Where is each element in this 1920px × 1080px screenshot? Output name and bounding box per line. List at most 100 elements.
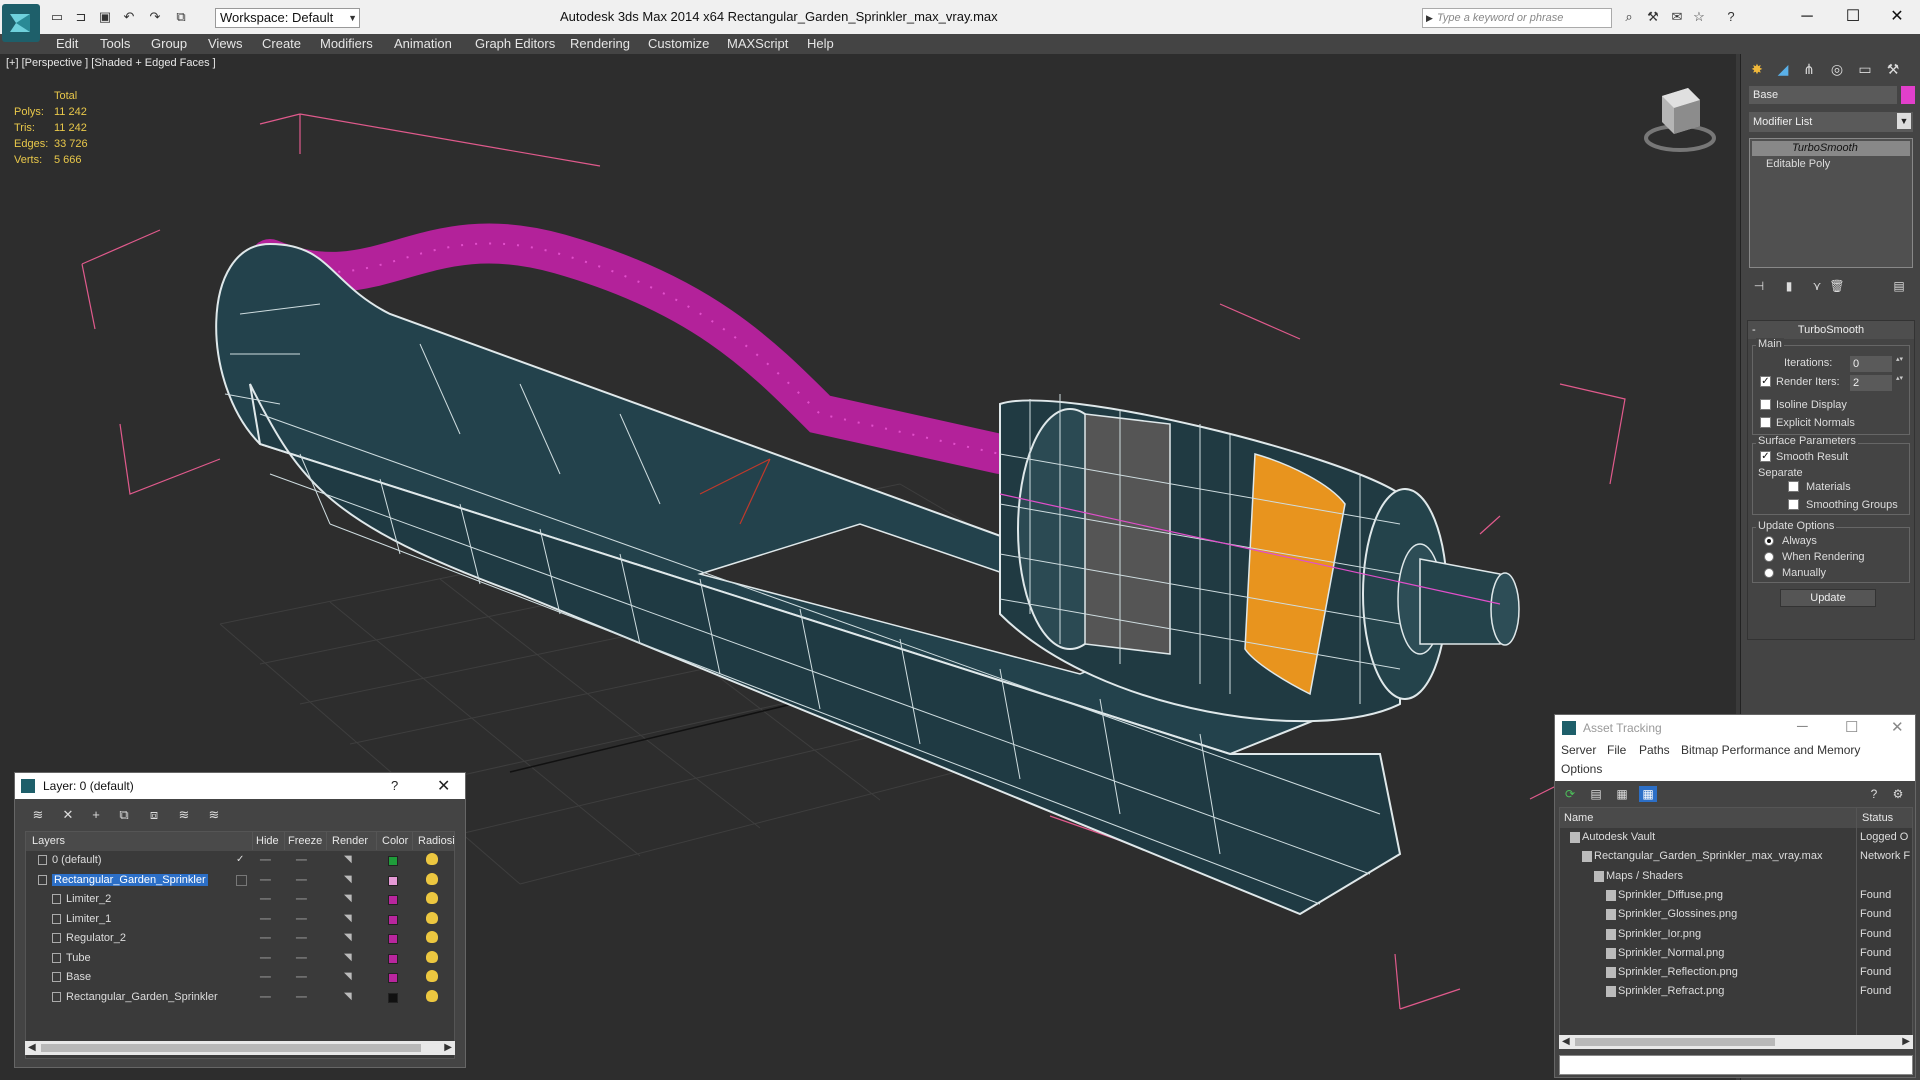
help-icon[interactable]: ? xyxy=(1865,786,1883,802)
binoculars-icon[interactable]: ⌕ xyxy=(1620,9,1638,25)
col-render[interactable]: Render xyxy=(332,835,368,847)
explicit-normals-checkbox[interactable] xyxy=(1760,417,1771,428)
configure-sets-icon[interactable]: ▤ xyxy=(1889,276,1909,296)
layer-color-swatch[interactable] xyxy=(388,953,398,964)
redo-icon[interactable]: ↷ xyxy=(146,9,164,25)
menu-maxscript[interactable]: MAXScript xyxy=(727,36,788,51)
modifier-list-dropdown[interactable]: Modifier List ▼ xyxy=(1749,112,1913,132)
render-teapot-icon[interactable]: ◥ xyxy=(344,952,352,963)
isoline-display-checkbox[interactable] xyxy=(1760,399,1771,410)
undo-icon[interactable]: ↶ xyxy=(120,9,138,25)
refresh-icon[interactable]: ⟳ xyxy=(1561,786,1579,802)
stack-item-editable-poly[interactable]: Editable Poly xyxy=(1752,157,1910,172)
project-folder-icon[interactable]: ⧉ xyxy=(172,9,190,25)
rollout-header[interactable]: - TurboSmooth xyxy=(1748,321,1914,339)
menu-customize[interactable]: Customize xyxy=(648,36,709,51)
layer-color-swatch[interactable] xyxy=(388,914,398,925)
delete-layer-icon[interactable]: ✕ xyxy=(57,806,79,824)
scroll-left-icon[interactable]: ◀ xyxy=(28,1041,36,1055)
favorites-star-icon[interactable]: ☆ xyxy=(1690,9,1708,25)
settings-icon[interactable]: ⚙ xyxy=(1889,786,1907,802)
col-radiosity[interactable]: Radiosit xyxy=(418,835,454,847)
update-button[interactable]: Update xyxy=(1780,589,1876,607)
menu-group[interactable]: Group xyxy=(151,36,187,51)
layer-row[interactable]: Tube ━━ ━━ ◥ xyxy=(26,950,454,969)
render-teapot-icon[interactable]: ◥ xyxy=(344,932,352,943)
menu-paths[interactable]: Paths xyxy=(1639,743,1670,757)
render-iters-checkbox[interactable]: ✓ xyxy=(1760,376,1771,387)
when-rendering-radio[interactable] xyxy=(1764,552,1774,562)
always-radio[interactable] xyxy=(1764,536,1774,546)
menu-edit[interactable]: Edit xyxy=(56,36,78,51)
smoothing-groups-checkbox[interactable] xyxy=(1788,499,1799,510)
set-current-checkbox[interactable] xyxy=(236,874,247,886)
hierarchy-tab-icon[interactable]: ⋔ xyxy=(1797,58,1821,80)
remove-modifier-icon[interactable]: 🗑 xyxy=(1827,276,1847,296)
subscription-icon[interactable]: ⚒ xyxy=(1644,9,1662,25)
menu-options[interactable]: Options xyxy=(1561,762,1602,776)
hide-toggle[interactable]: ━━ xyxy=(260,972,271,983)
hide-toggle[interactable]: ━━ xyxy=(260,875,271,886)
radiosity-bulb-icon[interactable] xyxy=(426,989,438,1002)
menu-create[interactable]: Create xyxy=(262,36,301,51)
scroll-right-icon[interactable]: ▶ xyxy=(444,1041,452,1055)
maximize-button[interactable]: ☐ xyxy=(1845,718,1858,736)
scroll-thumb[interactable] xyxy=(41,1044,421,1052)
modifier-stack[interactable]: TurboSmooth Editable Poly xyxy=(1749,138,1913,268)
hide-all-icon[interactable]: ≋ xyxy=(173,806,195,824)
iterations-spinner[interactable]: 0 xyxy=(1850,356,1904,372)
freeze-toggle[interactable]: ━━ xyxy=(296,855,307,866)
object-name-field[interactable]: Base xyxy=(1749,86,1897,104)
col-hide[interactable]: Hide xyxy=(256,835,279,847)
asset-row[interactable]: Sprinkler_Ior.png Found xyxy=(1560,926,1912,945)
render-iters-spinner[interactable]: 2 xyxy=(1850,375,1904,391)
render-teapot-icon[interactable]: ◥ xyxy=(344,893,352,904)
scroll-left-icon[interactable]: ◀ xyxy=(1562,1035,1570,1049)
radiosity-bulb-icon[interactable] xyxy=(426,872,438,885)
layer-dialog-titlebar[interactable]: Layer: 0 (default) ? ✕ xyxy=(15,773,465,799)
create-tab-icon[interactable]: ✸ xyxy=(1745,58,1769,80)
highlight-layer-icon[interactable]: ⧈ xyxy=(143,806,165,824)
hide-toggle[interactable]: ━━ xyxy=(260,914,271,925)
asset-row[interactable]: Sprinkler_Normal.png Found xyxy=(1560,945,1912,964)
hide-toggle[interactable]: ━━ xyxy=(260,953,271,964)
hide-toggle[interactable]: ━━ xyxy=(260,992,271,1003)
col-name[interactable]: Name xyxy=(1564,812,1593,824)
layer-row[interactable]: Limiter_2 ━━ ━━ ◥ xyxy=(26,891,454,910)
freeze-all-icon[interactable]: ≋ xyxy=(203,806,225,824)
utilities-tab-icon[interactable]: ⚒ xyxy=(1881,58,1905,80)
freeze-toggle[interactable]: ━━ xyxy=(296,972,307,983)
table-view-icon[interactable]: ▦ xyxy=(1613,786,1631,802)
col-color[interactable]: Color xyxy=(382,835,408,847)
layer-color-swatch[interactable] xyxy=(388,895,398,905)
layer-color-swatch[interactable] xyxy=(388,875,398,886)
radiosity-bulb-icon[interactable] xyxy=(426,931,438,943)
render-teapot-icon[interactable]: ◥ xyxy=(344,874,352,885)
search-input[interactable]: ▶ Type a keyword or phrase xyxy=(1422,8,1612,28)
close-button[interactable]: ✕ xyxy=(1874,5,1920,29)
stack-item-turbosmooth[interactable]: TurboSmooth xyxy=(1752,141,1910,156)
layer-color-swatch[interactable] xyxy=(388,856,398,866)
minimize-button[interactable]: ─ xyxy=(1784,5,1830,29)
pin-stack-icon[interactable]: ⊣ xyxy=(1749,276,1769,296)
close-icon[interactable]: ✕ xyxy=(437,776,450,796)
layer-row[interactable]: Rectangular_Garden_Sprinkler ━━ ━━ ◥ xyxy=(26,872,454,891)
render-teapot-icon[interactable]: ◥ xyxy=(344,991,352,1002)
menu-animation[interactable]: Animation xyxy=(394,36,452,51)
asset-row[interactable]: Rectangular_Garden_Sprinkler_max_vray.ma… xyxy=(1560,848,1912,867)
object-color-swatch[interactable] xyxy=(1901,86,1915,104)
communication-icon[interactable]: ✉ xyxy=(1668,9,1686,25)
asset-horizontal-scrollbar[interactable]: ◀ ▶ xyxy=(1559,1035,1913,1049)
show-end-result-icon[interactable]: ▮ xyxy=(1779,276,1799,296)
help-button[interactable]: ? xyxy=(391,778,398,793)
layer-row[interactable]: Limiter_1 ━━ ━━ ◥ xyxy=(26,911,454,930)
scroll-right-icon[interactable]: ▶ xyxy=(1902,1035,1910,1049)
asset-row[interactable]: Maps / Shaders xyxy=(1560,868,1912,887)
open-file-icon[interactable]: ⊐ xyxy=(72,9,90,25)
smooth-result-checkbox[interactable]: ✓ xyxy=(1760,451,1771,462)
viewport-label[interactable]: [+] [Perspective ] [Shaded + Edged Faces… xyxy=(6,57,216,69)
layer-row[interactable]: Rectangular_Garden_Sprinkler ━━ ━━ ◥ xyxy=(26,989,454,1008)
freeze-toggle[interactable]: ━━ xyxy=(296,953,307,964)
menu-file[interactable]: File xyxy=(1607,743,1626,757)
modify-tab-icon[interactable]: ◢ xyxy=(1771,58,1795,80)
